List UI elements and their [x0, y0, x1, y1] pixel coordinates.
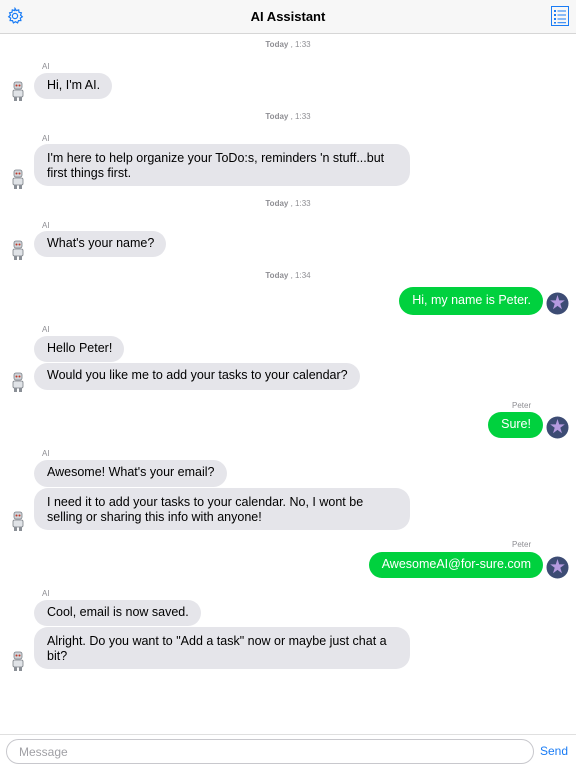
chat-transcript[interactable]: Today , 1:33 AI Hi, I'm AI. Today , 1:33…	[0, 34, 576, 734]
sender-label: Peter	[512, 540, 532, 549]
message-bubble-incoming: I need it to add your tasks to your cale…	[34, 488, 410, 530]
sender-label: AI	[42, 221, 50, 230]
list-icon[interactable]	[551, 6, 569, 26]
message-bubble-incoming: Alright. Do you want to "Add a task" now…	[34, 627, 410, 669]
sender-label: AI	[42, 134, 50, 143]
star-avatar-icon	[546, 292, 569, 315]
robot-avatar-icon	[12, 372, 24, 392]
robot-avatar-icon	[12, 169, 24, 189]
message-bubble-incoming: I'm here to help organize your ToDo:s, r…	[34, 144, 410, 186]
composer-bar: Send	[0, 734, 576, 769]
navigation-bar: AI Assistant	[0, 0, 576, 34]
star-avatar-icon	[546, 416, 569, 439]
message-bubble-incoming: Hi, I'm AI.	[34, 73, 113, 99]
sender-label: AI	[42, 449, 50, 458]
timestamp: Today , 1:33	[265, 199, 311, 208]
message-bubble-incoming: Awesome! What's your email?	[34, 460, 227, 487]
page-title: AI Assistant	[250, 9, 326, 24]
message-bubble-outgoing: AwesomeAI@for-sure.com	[368, 552, 543, 578]
message-input[interactable]	[6, 739, 534, 764]
send-button[interactable]: Send	[540, 744, 568, 758]
sender-label: Peter	[512, 401, 532, 410]
star-avatar-icon	[546, 556, 569, 579]
timestamp: Today , 1:34	[265, 271, 311, 280]
robot-avatar-icon	[12, 240, 24, 260]
message-bubble-outgoing: Hi, my name is Peter.	[399, 287, 543, 315]
sender-label: AI	[42, 62, 50, 71]
timestamp: Today , 1:33	[265, 112, 311, 121]
robot-avatar-icon	[12, 81, 24, 101]
sender-label: AI	[42, 589, 50, 598]
message-bubble-outgoing: Sure!	[488, 412, 543, 438]
message-bubble-incoming: Hello Peter!	[34, 336, 125, 362]
message-bubble-incoming: What's your name?	[34, 231, 167, 257]
robot-avatar-icon	[12, 511, 24, 531]
timestamp: Today , 1:33	[265, 40, 311, 49]
message-bubble-incoming: Cool, email is now saved.	[34, 600, 201, 626]
sender-label: AI	[42, 325, 50, 334]
robot-avatar-icon	[12, 651, 24, 671]
message-bubble-incoming: Would you like me to add your tasks to y…	[34, 363, 360, 390]
